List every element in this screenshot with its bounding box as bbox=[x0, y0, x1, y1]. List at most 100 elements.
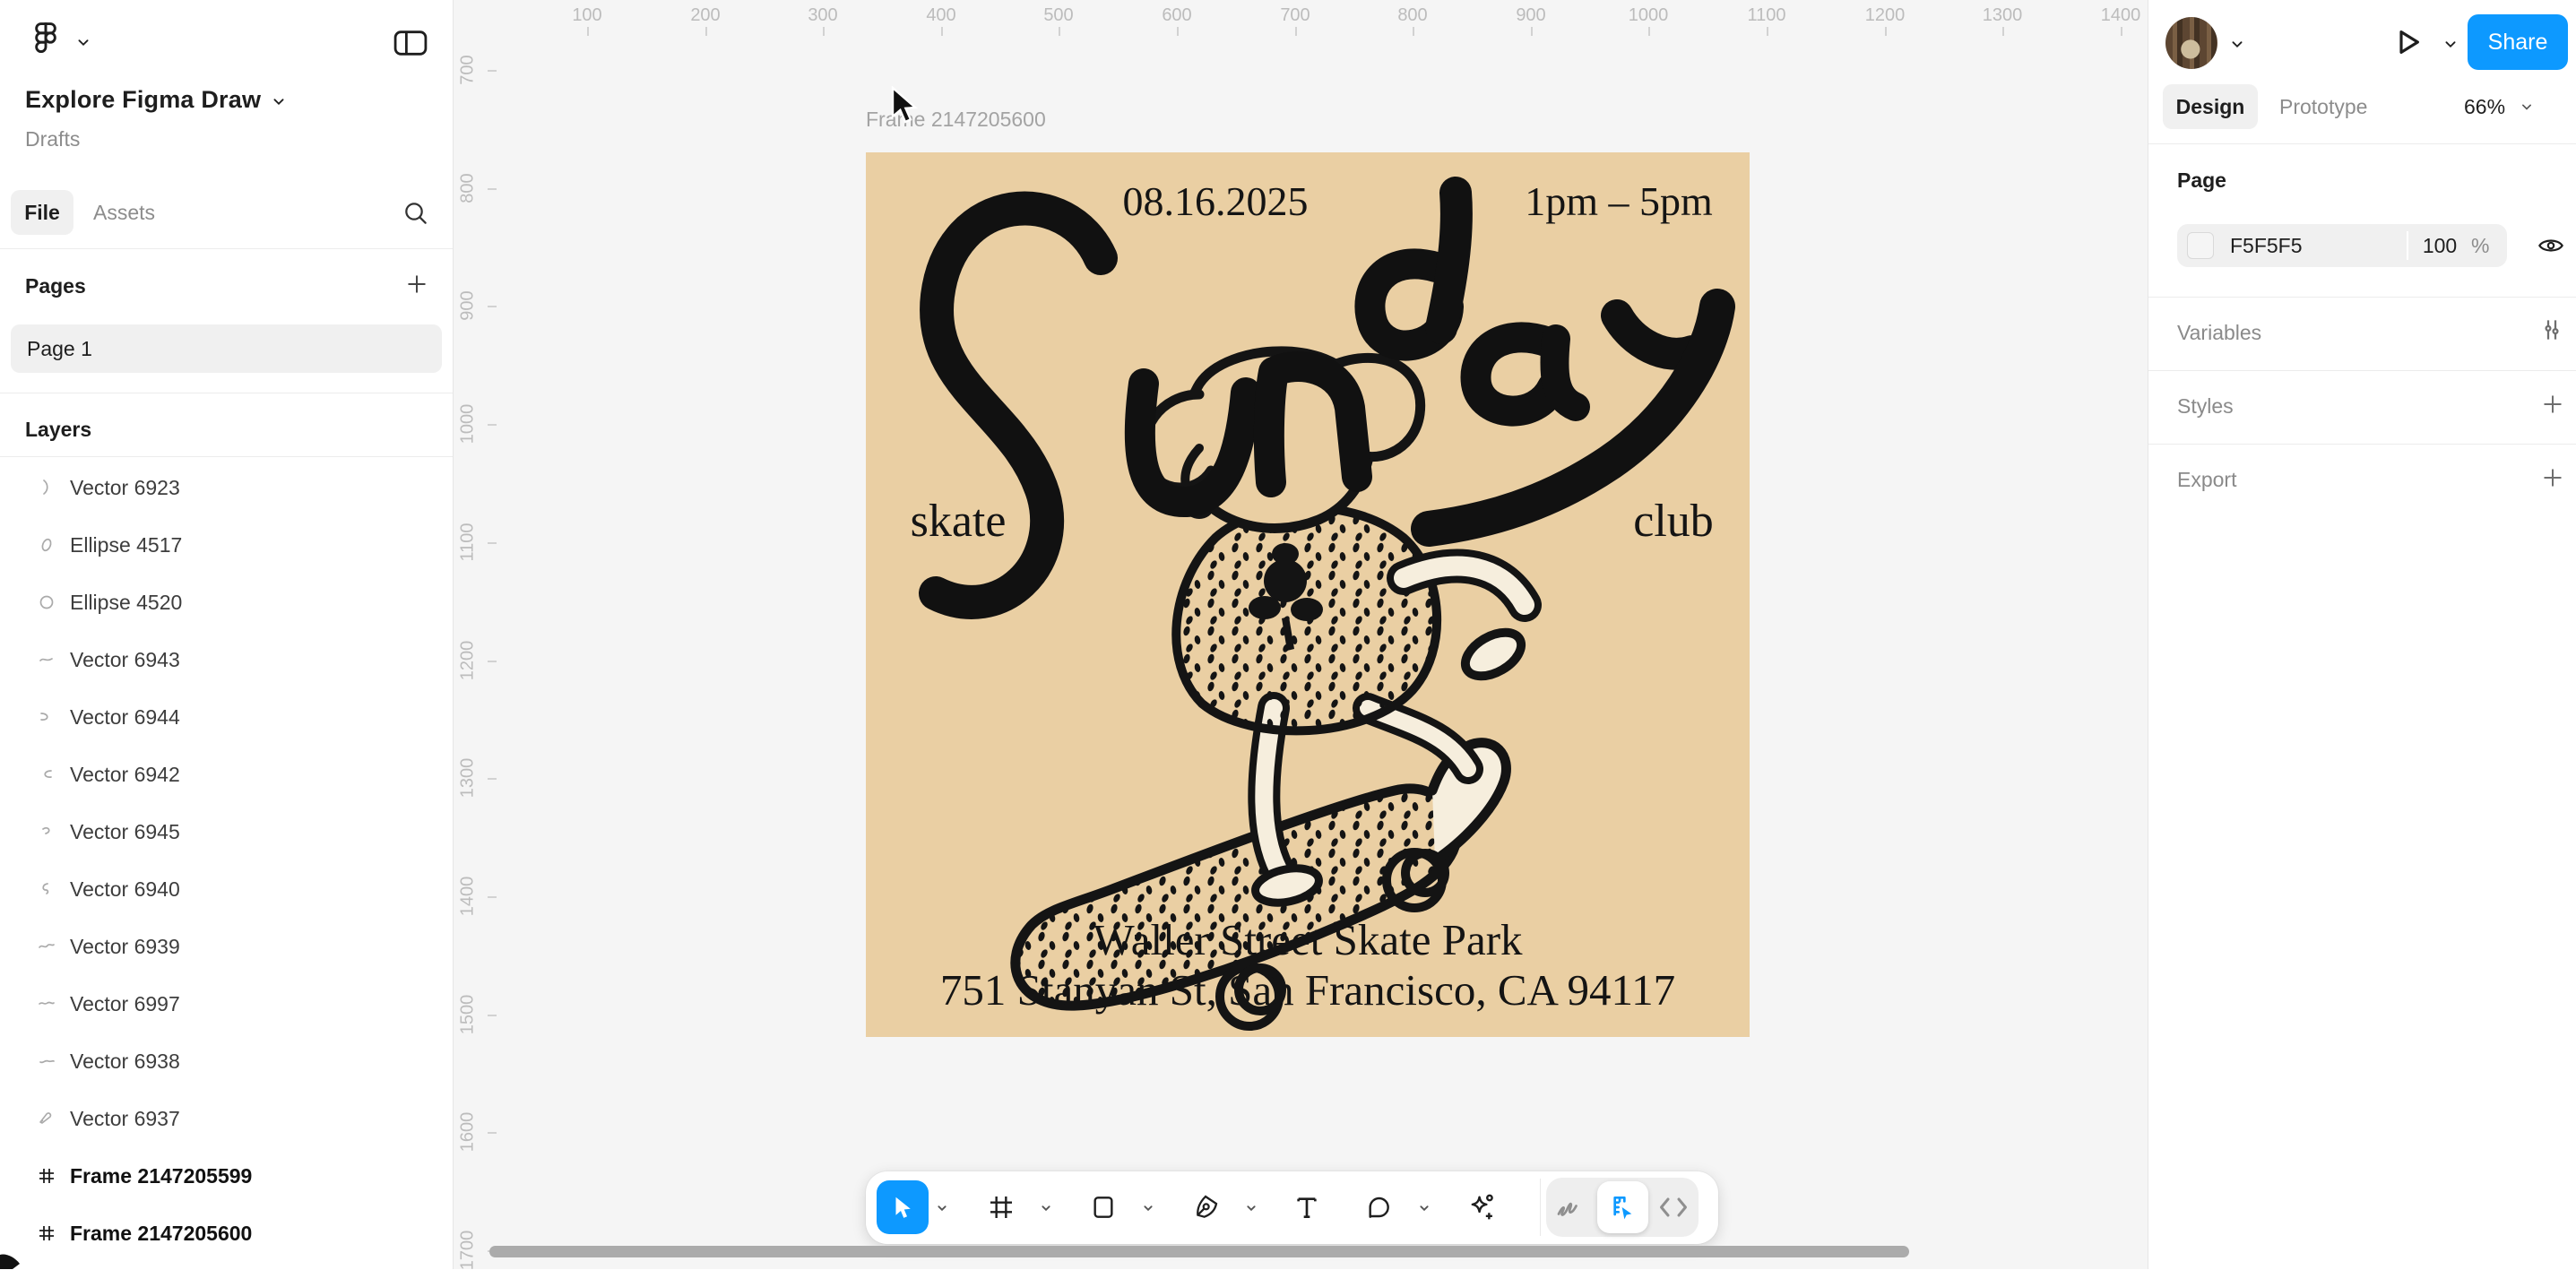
right-sidebar: Share Design Prototype 66% Page F5F5F5 1… bbox=[2148, 0, 2576, 1269]
pen-icon bbox=[1191, 1193, 1220, 1222]
layer-row[interactable]: Frame 2147205600 bbox=[0, 1205, 453, 1262]
zoom-menu[interactable]: 66% bbox=[2464, 84, 2536, 129]
ruler-label: 1500 bbox=[458, 995, 479, 1035]
pen-tool-chevron-icon[interactable] bbox=[1241, 1198, 1261, 1218]
export-section-header[interactable]: Export bbox=[2177, 468, 2236, 492]
shape-tool-chevron-icon[interactable] bbox=[1138, 1198, 1158, 1218]
move-tool-button[interactable] bbox=[877, 1180, 929, 1234]
styles-section-header[interactable]: Styles bbox=[2177, 394, 2234, 419]
ruler-label: 800 bbox=[1397, 5, 1427, 26]
file-title-chevron-icon[interactable] bbox=[269, 91, 289, 111]
frame-icon bbox=[987, 1193, 1016, 1222]
tab-assets[interactable]: Assets bbox=[93, 190, 155, 235]
comment-tool-chevron-icon[interactable] bbox=[1414, 1198, 1434, 1218]
ruler-label: 1400 bbox=[2101, 5, 2141, 26]
add-export-icon[interactable] bbox=[2539, 464, 2566, 491]
file-menu-chevron-icon[interactable] bbox=[73, 32, 93, 52]
collapse-sidebar-icon[interactable] bbox=[393, 29, 428, 57]
layer-row[interactable]: Vector 6939 bbox=[0, 918, 453, 975]
layer-row[interactable]: Ellipse 4520 bbox=[0, 574, 453, 631]
color-swatch[interactable] bbox=[2187, 232, 2214, 259]
vector-pen-icon bbox=[36, 1108, 57, 1129]
present-play-icon[interactable] bbox=[2389, 23, 2426, 61]
file-title[interactable]: Explore Figma Draw bbox=[25, 86, 261, 114]
horizontal-scrollbar[interactable] bbox=[489, 1246, 1909, 1257]
vector-path-icon bbox=[36, 1050, 57, 1072]
left-sidebar: Explore Figma Draw Drafts File Assets Pa… bbox=[0, 0, 454, 1269]
dev-mode-code-icon[interactable] bbox=[1657, 1194, 1690, 1221]
comment-tool-button[interactable] bbox=[1353, 1180, 1405, 1234]
move-tool-chevron-icon[interactable] bbox=[932, 1198, 952, 1218]
poster-time: 1pm – 5pm bbox=[1484, 177, 1753, 225]
tab-file[interactable]: File bbox=[11, 190, 73, 235]
frame-icon bbox=[36, 1165, 57, 1187]
present-chevron-icon[interactable] bbox=[2441, 34, 2460, 54]
layer-row[interactable]: Vector 6940 bbox=[0, 860, 453, 918]
ruler-label: 200 bbox=[690, 5, 720, 26]
add-page-icon[interactable] bbox=[403, 271, 430, 298]
variables-sliders-icon[interactable] bbox=[2537, 315, 2566, 344]
divider bbox=[2148, 370, 2576, 371]
layer-row[interactable]: Vector 6997 bbox=[0, 975, 453, 1032]
design-mode-button[interactable] bbox=[1597, 1181, 1648, 1233]
ruler-label: 600 bbox=[1162, 5, 1191, 26]
rectangle-icon bbox=[1089, 1193, 1118, 1222]
frame-tool-button[interactable] bbox=[975, 1180, 1027, 1234]
mouse-cursor bbox=[887, 86, 923, 129]
layer-row[interactable]: Vector 6942 bbox=[0, 746, 453, 803]
pages-header: Pages bbox=[25, 274, 86, 298]
vector-path-icon bbox=[36, 878, 57, 900]
ruler-label: 1200 bbox=[1865, 5, 1906, 26]
bottom-toolbar bbox=[866, 1171, 1718, 1244]
poster-address: 751 Stanyan St, San Francisco, CA 94117 bbox=[866, 964, 1750, 1015]
ruler-label: 100 bbox=[572, 5, 601, 26]
avatar-chevron-icon[interactable] bbox=[2227, 34, 2247, 54]
divider bbox=[2148, 444, 2576, 445]
page-color-row[interactable]: F5F5F5 100 % bbox=[2177, 224, 2507, 267]
comment-bubble-icon bbox=[1364, 1193, 1393, 1222]
avatar[interactable] bbox=[2165, 17, 2217, 69]
text-tool-button[interactable] bbox=[1281, 1180, 1333, 1234]
page-item-page-1[interactable]: Page 1 bbox=[11, 324, 442, 373]
ruler-label: 1000 bbox=[458, 404, 479, 445]
ruler-label: 1100 bbox=[1747, 5, 1785, 26]
layers-header: Layers bbox=[25, 418, 91, 442]
layer-row[interactable]: Vector 6938 bbox=[0, 1032, 453, 1090]
ruler-label: 1300 bbox=[458, 758, 479, 799]
shape-tool-button[interactable] bbox=[1077, 1180, 1129, 1234]
variables-section-header[interactable]: Variables bbox=[2177, 321, 2261, 345]
color-hex-value[interactable]: F5F5F5 bbox=[2230, 234, 2303, 258]
poster-venue: Waller Street Skate Park bbox=[866, 914, 1750, 965]
layer-row[interactable]: Vector 6923 bbox=[0, 459, 453, 516]
layer-row[interactable]: Vector 6937 bbox=[0, 1090, 453, 1147]
frame-icon bbox=[36, 1222, 57, 1244]
layer-row[interactable]: Vector 6943 bbox=[0, 631, 453, 688]
layer-row[interactable]: Vector 6945 bbox=[0, 803, 453, 860]
file-location[interactable]: Drafts bbox=[25, 127, 80, 151]
opacity-value[interactable]: 100 bbox=[2408, 234, 2471, 258]
mode-switcher bbox=[1546, 1178, 1699, 1237]
vector-path-icon bbox=[36, 649, 57, 670]
canvas[interactable]: 100 200 300 400 500 600 700 800 900 1000… bbox=[454, 0, 2148, 1269]
design-mode-icon bbox=[1609, 1193, 1638, 1222]
add-style-icon[interactable] bbox=[2539, 391, 2566, 418]
divider bbox=[0, 248, 453, 249]
page-section-header: Page bbox=[2177, 168, 2226, 193]
tab-design[interactable]: Design bbox=[2163, 84, 2258, 129]
layer-row[interactable]: Vector 6944 bbox=[0, 688, 453, 746]
search-icon[interactable] bbox=[402, 199, 430, 228]
actions-button[interactable] bbox=[1455, 1180, 1507, 1234]
vector-path-icon bbox=[36, 706, 57, 728]
tab-prototype[interactable]: Prototype bbox=[2279, 84, 2367, 129]
zoom-chevron-icon bbox=[2518, 98, 2536, 116]
frame-tool-chevron-icon[interactable] bbox=[1036, 1198, 1056, 1218]
pen-tool-button[interactable] bbox=[1180, 1180, 1232, 1234]
visibility-eye-icon[interactable] bbox=[2536, 231, 2566, 260]
ruler-label: 800 bbox=[458, 173, 479, 203]
poster-frame[interactable]: Sunday bbox=[866, 152, 1750, 1037]
share-button[interactable]: Share bbox=[2468, 14, 2568, 70]
layer-row[interactable]: Frame 2147205599 bbox=[0, 1147, 453, 1205]
layer-row[interactable]: Ellipse 4517 bbox=[0, 516, 453, 574]
draw-mode-icon[interactable] bbox=[1553, 1194, 1586, 1221]
figma-logo-icon[interactable] bbox=[25, 18, 66, 59]
